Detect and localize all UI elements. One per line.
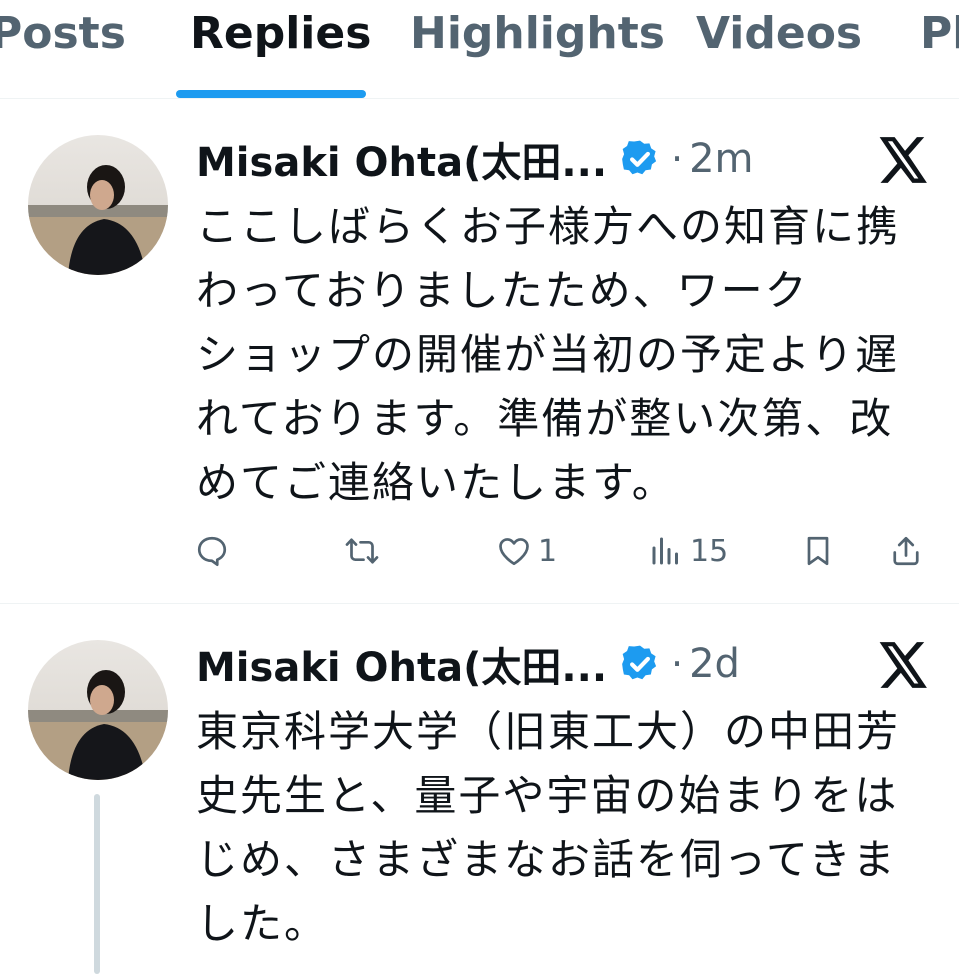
heart-icon — [496, 533, 532, 569]
post-text-line: 史先生と、量子や宇宙の始まりをは — [196, 771, 899, 820]
separator-dot: · — [671, 137, 684, 181]
like-button[interactable]: 1 — [496, 527, 557, 575]
post-time[interactable]: 2m — [689, 136, 753, 182]
repost-icon — [344, 533, 380, 569]
share-icon — [888, 533, 924, 569]
verified-badge-icon — [619, 643, 661, 685]
post-text-line: ここしばらくお子様方への知育に携 — [196, 202, 901, 251]
reply-button[interactable] — [194, 527, 230, 575]
post-text-line: わっておりましたため、ワーク — [196, 266, 809, 315]
share-button[interactable] — [888, 527, 924, 575]
thread-line — [94, 794, 100, 974]
post[interactable]: Misaki Ohta(太田... · 2d 東京科学大学（旧東工大）の中田芳 … — [0, 604, 959, 974]
tab-videos[interactable]: Videos — [696, 8, 862, 60]
post-time[interactable]: 2d — [689, 641, 740, 687]
post-actions: 1 15 — [0, 527, 959, 577]
tab-posts[interactable]: Posts — [0, 8, 126, 60]
post-text-line: めてご連絡いたします。 — [196, 458, 676, 507]
x-logo-icon — [879, 137, 929, 183]
post[interactable]: Misaki Ohta(太田... · 2m ここしばらくお子様方への知育に携 … — [0, 99, 959, 604]
separator-dot: · — [671, 642, 684, 686]
author-name[interactable]: Misaki Ohta(太田... — [196, 130, 607, 188]
views-icon — [648, 533, 684, 569]
tab-highlights[interactable]: Highlights — [410, 8, 665, 60]
post-header: Misaki Ohta(太田... · 2m — [196, 129, 754, 189]
post-header: Misaki Ohta(太田... · 2d — [196, 634, 740, 694]
tab-photos[interactable]: Ph — [920, 8, 959, 60]
bookmark-button[interactable] — [800, 527, 836, 575]
tab-replies[interactable]: Replies — [190, 8, 371, 60]
avatar[interactable] — [28, 640, 168, 780]
profile-tabs: Posts Replies Highlights Videos Ph — [0, 0, 959, 99]
post-text-line: 東京科学大学（旧東工大）の中田芳 — [196, 707, 901, 756]
post-text-line: れております。準備が整い次第、改 — [196, 394, 894, 443]
post-text-line: ショップの開催が当初の予定より遅 — [196, 330, 900, 379]
author-name[interactable]: Misaki Ohta(太田... — [196, 635, 607, 693]
avatar[interactable] — [28, 135, 168, 275]
x-logo-icon — [879, 642, 929, 688]
post-text: 東京科学大学（旧東工大）の中田芳 史先生と、量子や宇宙の始まりをは じめ、さまざ… — [196, 700, 926, 956]
post-text: ここしばらくお子様方への知育に携 わっておりましたため、ワーク ショップの開催が… — [196, 195, 926, 515]
repost-button[interactable] — [344, 527, 380, 575]
bookmark-icon — [800, 533, 836, 569]
views-count: 15 — [690, 533, 729, 569]
reply-icon — [194, 533, 230, 569]
post-text-line: した。 — [196, 899, 329, 948]
views-button[interactable]: 15 — [648, 527, 728, 575]
like-count: 1 — [538, 533, 558, 569]
verified-badge-icon — [619, 138, 661, 180]
post-text-line: じめ、さまざまなお話を伺ってきま — [196, 835, 897, 884]
active-tab-indicator — [176, 90, 366, 98]
